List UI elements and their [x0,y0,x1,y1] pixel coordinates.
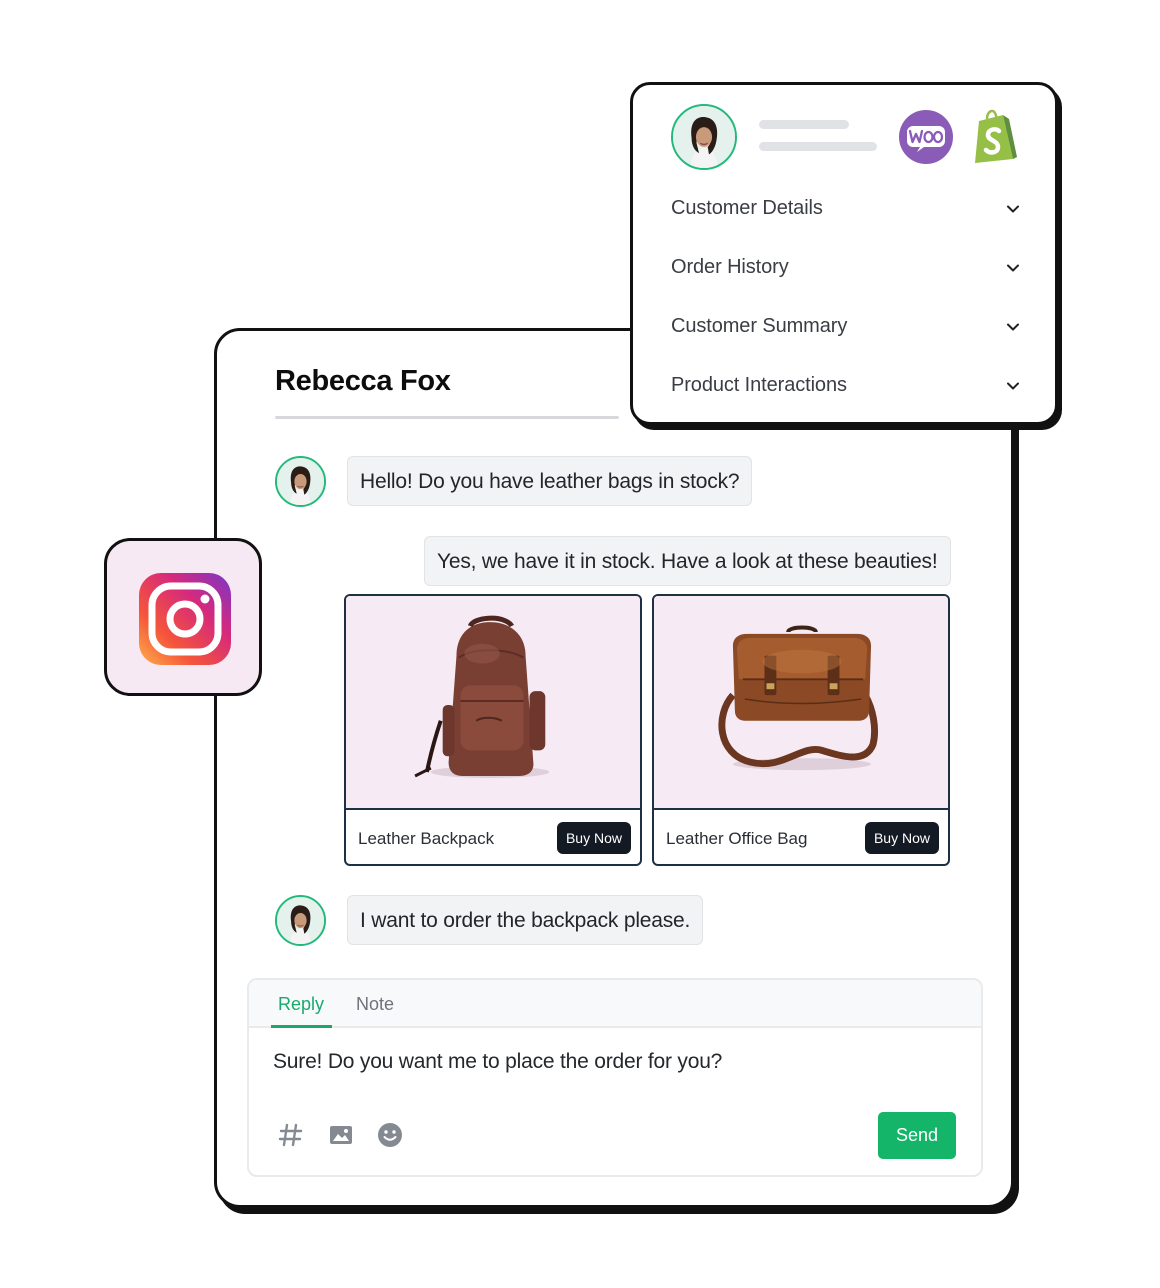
accordion-label: Order History [671,256,789,278]
office-bag-image [718,625,879,771]
accordion-customer-details[interactable]: Customer Details [671,189,1021,229]
customer-details-panel: Customer Details Order History Customer … [630,82,1058,425]
product-name: Leather Backpack [358,829,495,848]
chevron-down-icon[interactable] [1005,378,1021,394]
hashtag-icon[interactable] [277,1121,305,1149]
customer-profile-avatar [671,104,737,170]
product-card-office-bag[interactable]: Leather Office Bag Buy Now [652,594,950,866]
accordion-order-history[interactable]: Order History [671,248,1021,288]
accordion-product-interactions[interactable]: Product Interactions [671,366,1021,406]
accordion-customer-summary[interactable]: Customer Summary [671,307,1021,347]
tab-reply[interactable]: Reply [278,994,324,1015]
send-button[interactable]: Send [878,1112,956,1159]
composer-tabs: Reply Note [249,980,981,1028]
product-image [346,596,640,810]
instagram-icon [139,573,231,665]
buy-now-button[interactable]: Buy Now [864,822,939,854]
agent-message-1: Yes, we have it in stock. Have a look at… [424,536,951,586]
contact-name: Rebecca Fox [275,365,451,397]
customer-message-2: I want to order the backpack please. [347,895,704,945]
tab-note[interactable]: Note [356,994,394,1015]
shopify-logo[interactable] [969,107,1019,165]
avatar-portrait-icon [277,897,324,944]
customer-avatar [275,895,326,946]
avatar-portrait-icon [673,106,735,168]
product-name: Leather Office Bag [666,829,808,848]
image-icon[interactable] [327,1121,355,1149]
avatar-portrait-icon [277,458,324,505]
title-divider [275,416,619,419]
woocommerce-logo[interactable] [899,110,953,164]
active-tab-indicator [271,1025,332,1028]
customer-message-1: Hello! Do you have leather bags in stock… [347,456,753,506]
accordion-label: Customer Details [671,197,823,219]
accordion-label: Customer Summary [671,315,848,337]
chevron-down-icon[interactable] [1005,201,1021,217]
chevron-down-icon[interactable] [1005,319,1021,335]
product-image [654,596,948,810]
emoji-icon[interactable] [376,1121,404,1149]
name-placeholder-line [759,120,849,129]
buy-now-button[interactable]: Buy Now [556,822,631,854]
customer-avatar [275,456,326,507]
chevron-down-icon[interactable] [1005,260,1021,276]
backpack-image [414,615,550,778]
accordion-label: Product Interactions [671,374,847,396]
product-card-backpack[interactable]: Leather Backpack Buy Now [344,594,642,866]
chat-window: Rebecca Fox Hello! Do you have leather b… [214,328,1014,1208]
reply-input[interactable]: Sure! Do you want me to place the order … [273,1050,722,1074]
reply-composer: Reply Note Sure! Do you want me to place… [247,978,983,1177]
channel-tile-instagram[interactable] [104,538,262,696]
detail-placeholder-line [759,142,877,151]
